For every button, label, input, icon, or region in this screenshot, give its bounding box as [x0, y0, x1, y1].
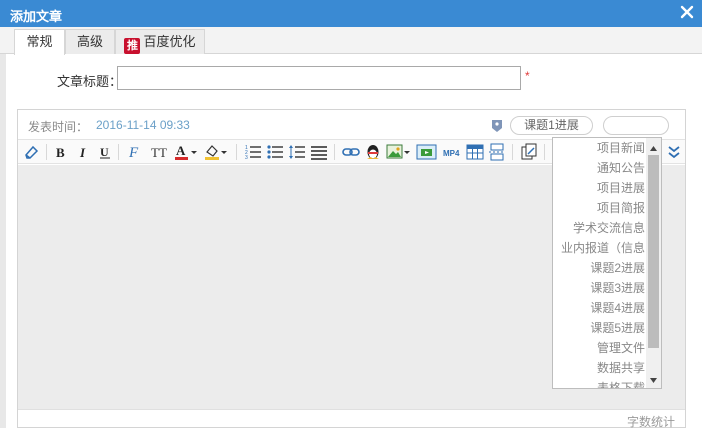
tab-bar: 常规 高级 推百度优化 — [0, 27, 702, 55]
category-option[interactable]: 课题3进展 — [590, 278, 645, 298]
template-icon[interactable] — [520, 143, 538, 161]
category-option[interactable]: 数据共享 — [597, 358, 645, 378]
underline-icon[interactable]: U — [96, 143, 114, 161]
link-icon[interactable] — [342, 143, 360, 161]
tag-icon — [491, 119, 503, 133]
publish-time-value[interactable]: 2016-11-14 09:33 — [96, 118, 190, 132]
left-edge — [0, 54, 6, 428]
tab-baidu-seo-label: 百度优化 — [143, 34, 196, 49]
tab-advanced-label: 高级 — [76, 34, 103, 49]
svg-text:I: I — [79, 145, 86, 160]
category-option[interactable]: 项目进展 — [597, 178, 645, 198]
tab-general-label: 常规 — [26, 34, 53, 49]
svg-text:A: A — [176, 143, 186, 158]
category-select[interactable]: 课题1进展 — [510, 116, 593, 135]
title-label: 文章标题： — [57, 74, 123, 89]
font-color-icon[interactable]: A — [174, 143, 200, 161]
scroll-up-icon[interactable] — [649, 142, 658, 151]
dialog-titlebar: 添加文章 — [0, 0, 702, 27]
category-option[interactable]: 项目简报 — [597, 198, 645, 218]
category-option[interactable]: 管理文件 — [597, 338, 645, 358]
category-option[interactable]: 课题5进展 — [590, 318, 645, 338]
subcategory-select[interactable] — [603, 116, 669, 135]
svg-text:TT: TT — [151, 145, 167, 160]
category-option[interactable]: 业内报道（信息 — [561, 238, 645, 258]
mp4-icon[interactable]: MP4 — [442, 143, 466, 161]
required-mark: * — [525, 69, 530, 83]
dialog-title: 添加文章 — [10, 9, 63, 24]
unordered-list-icon[interactable] — [266, 143, 284, 161]
expand-icon[interactable] — [665, 143, 683, 161]
category-option[interactable]: 通知公告 — [597, 158, 645, 178]
category-dropdown[interactable]: 项目新闻 通知公告 项目进展 项目简报 学术交流信息 业内报道（信息 课题2进展… — [552, 137, 662, 389]
tab-baidu-seo[interactable]: 推百度优化 — [115, 29, 205, 54]
category-option[interactable]: 学术交流信息 — [573, 218, 645, 238]
bold-icon[interactable]: B — [52, 143, 70, 161]
highlight-icon[interactable] — [204, 143, 230, 161]
category-option[interactable]: 项目新闻 — [597, 138, 645, 158]
page-break-icon[interactable] — [488, 143, 506, 161]
svg-text:MP4: MP4 — [443, 149, 460, 158]
category-option[interactable]: 课题4进展 — [590, 298, 645, 318]
close-icon[interactable] — [678, 3, 696, 21]
baidu-badge-icon: 推 — [124, 38, 141, 54]
svg-text:F: F — [128, 145, 139, 161]
title-row: 文章标题： * — [0, 66, 702, 92]
svg-text:U: U — [100, 145, 109, 159]
tab-advanced[interactable]: 高级 — [65, 29, 115, 54]
dropdown-scrollbar[interactable] — [646, 138, 661, 388]
justify-icon[interactable] — [310, 143, 328, 161]
font-size-icon[interactable]: TT — [150, 143, 168, 161]
eraser-icon[interactable] — [22, 143, 40, 161]
scroll-down-icon[interactable] — [649, 374, 658, 383]
svg-text:3: 3 — [245, 155, 248, 161]
title-input[interactable] — [117, 66, 521, 90]
insert-media-icon[interactable] — [416, 143, 438, 161]
svg-text:B: B — [56, 145, 65, 160]
publish-time-label: 发表时间： — [28, 120, 89, 134]
qq-icon[interactable] — [364, 143, 382, 161]
tab-general[interactable]: 常规 — [14, 29, 65, 55]
editor-footer: 字数统计 — [18, 409, 685, 428]
ordered-list-icon[interactable]: 123 — [244, 143, 262, 161]
category-option[interactable]: 课题2进展 — [590, 258, 645, 278]
image-icon[interactable] — [386, 143, 412, 161]
table-icon[interactable] — [466, 143, 484, 161]
scrollbar-thumb[interactable] — [648, 155, 659, 348]
category-option[interactable]: 表格下载 — [597, 378, 645, 388]
publish-row: 发表时间： 2016-11-14 09:33 课题1进展 — [18, 110, 685, 140]
line-height-icon[interactable] — [288, 143, 306, 161]
italic-icon[interactable]: I — [74, 143, 92, 161]
font-family-icon[interactable]: F — [126, 143, 144, 161]
word-count: 字数统计 — [626, 415, 675, 428]
